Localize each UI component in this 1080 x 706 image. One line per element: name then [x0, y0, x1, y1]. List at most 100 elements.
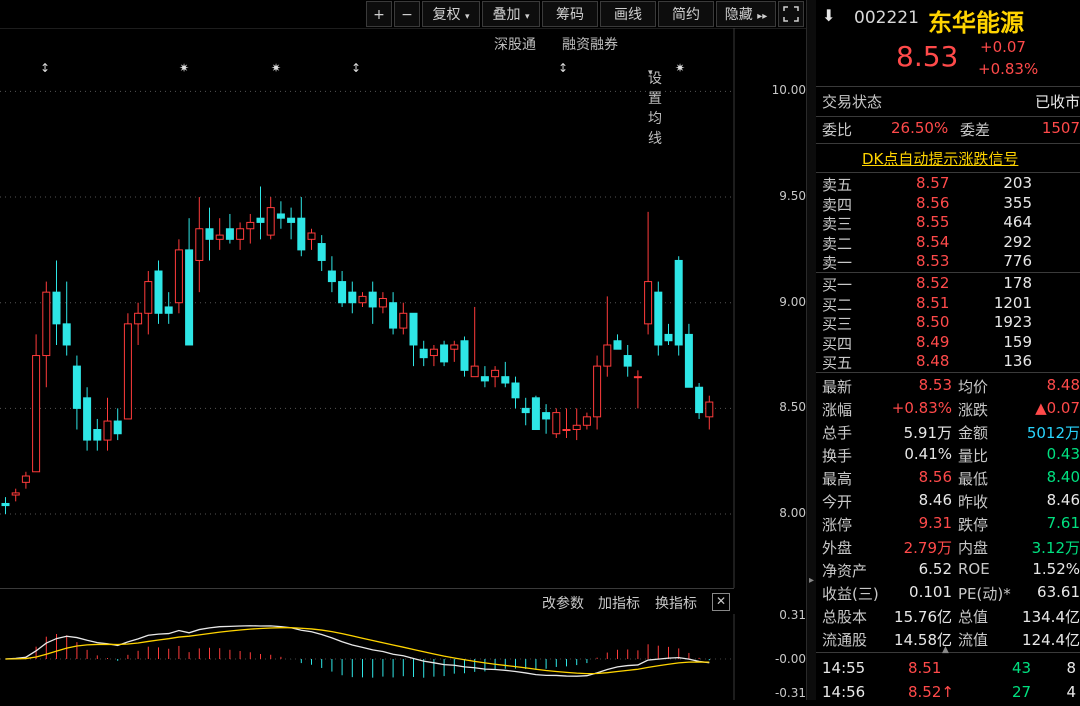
fuquan-dropdown[interactable]: 复权 ▾: [422, 1, 480, 27]
weicha-value: 1507: [1041, 119, 1080, 137]
event-marker-icon: ↕: [351, 61, 361, 75]
expand-icon[interactable]: [778, 1, 804, 27]
y-tick-label: 8.50: [779, 400, 806, 415]
dif-line: [5, 625, 710, 677]
stat-value: 124.4亿: [1022, 631, 1080, 649]
weibi-value: 26.50%: [891, 119, 949, 137]
jiazhibiao-button[interactable]: 加指标: [598, 593, 640, 613]
stat-label: 总股本: [822, 608, 868, 626]
dk-signal-link[interactable]: DK点自动提示涨跌信号: [862, 148, 1018, 169]
candle-body: [338, 281, 347, 304]
stat-label: 流通股: [822, 631, 868, 649]
candle-body: [185, 249, 194, 346]
stat-value: 8.46: [918, 491, 952, 509]
candle-body: [154, 270, 163, 314]
candle-body: [174, 249, 183, 304]
stat-label: 昨收: [958, 493, 989, 511]
zoom-in-button[interactable]: +: [366, 1, 392, 27]
double-chevron-right-icon: ▸▸: [757, 11, 768, 22]
candle-body: [399, 312, 408, 329]
stat-value: 63.61: [1037, 583, 1080, 601]
yincang-button[interactable]: 隐藏 ▸▸: [716, 1, 776, 27]
event-marker-icon: ↕: [40, 61, 50, 75]
candle-body: [236, 228, 245, 240]
collapse-up-icon[interactable]: ▲: [942, 645, 949, 655]
candle-body: [419, 348, 428, 359]
jianyue-button[interactable]: 简约: [658, 1, 714, 27]
candle-body: [684, 333, 693, 388]
stat-value: 5.91万: [903, 424, 952, 442]
stat-value: 9.31: [918, 514, 952, 532]
candle-body: [695, 386, 704, 414]
sell-price: 8.57: [916, 174, 950, 192]
down-arrow-icon[interactable]: ⬇: [822, 6, 835, 25]
huanzhibiao-button[interactable]: 换指标: [655, 593, 697, 613]
zoom-out-button[interactable]: −: [394, 1, 420, 27]
sell-label: 卖三: [822, 215, 853, 233]
dea-line: [5, 627, 710, 675]
buy-volume: 136: [1003, 352, 1032, 370]
buy-price: 8.51: [916, 293, 950, 312]
candle-body: [205, 228, 214, 240]
candle-body: [307, 232, 316, 240]
event-marker-icon: ↕: [558, 61, 568, 75]
macd-ylabel-zero: -0.00: [774, 652, 806, 666]
candle-body: [633, 376, 642, 379]
buy-label: 买三: [822, 315, 853, 333]
stat-label: 金额: [958, 424, 989, 442]
diejia-label: 叠加: [492, 7, 521, 23]
buy-price: 8.49: [916, 332, 950, 351]
stock-price: 8.53: [896, 40, 959, 73]
stat-value: 0.41%: [904, 445, 952, 463]
sell-label: 卖二: [822, 234, 853, 253]
stat-label: 最低: [958, 470, 989, 488]
candle-body: [480, 376, 489, 382]
candle-body: [603, 344, 612, 367]
candle-body: [317, 243, 326, 261]
candle-body: [644, 281, 653, 325]
candle-body: [21, 475, 30, 483]
candle-body: [501, 376, 510, 384]
candle-body: [72, 365, 81, 409]
stat-value: 15.76亿: [894, 608, 952, 626]
stat-row: 涨停 9.31 跌停 7.61: [816, 514, 1080, 537]
stat-row: 最高 8.56 最低 8.40: [816, 468, 1080, 491]
candle-body: [613, 340, 622, 350]
stat-label: 收益(三): [822, 585, 879, 603]
status-label: 交易状态: [822, 93, 883, 111]
stat-label: 涨停: [822, 516, 853, 534]
buy-volume: 159: [1003, 332, 1032, 351]
stat-label: 涨幅: [822, 401, 853, 419]
sell-label: 卖四: [822, 195, 853, 214]
close-icon[interactable]: ✕: [712, 593, 730, 611]
diejia-dropdown[interactable]: 叠加 ▾: [482, 1, 540, 27]
candle-body: [246, 221, 255, 230]
stat-row: 外盘 2.79万 内盘 3.12万: [816, 537, 1080, 560]
stat-row: 总手 5.91万 金额 5012万: [816, 422, 1080, 445]
sell-price: 8.53: [916, 252, 950, 270]
stat-label: ROE: [958, 560, 990, 578]
stat-value: 8.48: [1046, 376, 1080, 394]
sell-volume: 203: [1003, 174, 1032, 192]
candle-body: [705, 401, 714, 418]
stat-value: 8.40: [1046, 468, 1080, 486]
buy-volume: 1923: [993, 313, 1032, 331]
chouma-button[interactable]: 筹码: [542, 1, 598, 27]
candle-body: [531, 397, 540, 431]
candlestick-chart[interactable]: ↕ ✷ ✷ ↕ ↕ ✷: [0, 28, 806, 588]
gaicanshu-button[interactable]: 改参数: [542, 593, 584, 613]
tick-time: 14:56: [822, 683, 866, 701]
sell-price: 8.54: [916, 232, 950, 251]
candle-body: [521, 407, 530, 414]
stat-value: +0.83%: [891, 399, 952, 417]
tick-time: 14:55: [822, 659, 866, 677]
stock-code: 002221: [854, 8, 919, 28]
collapse-arrow-icon: ▸: [809, 575, 815, 586]
stat-label: 外盘: [822, 539, 853, 557]
candle-body: [409, 312, 418, 346]
candle-body: [552, 412, 561, 435]
stat-row: 净资产 6.52 ROE 1.52%: [816, 560, 1080, 583]
stat-label: 最高: [822, 470, 853, 488]
stat-value: 7.61: [1046, 514, 1080, 532]
huaxian-button[interactable]: 画线: [600, 1, 656, 27]
